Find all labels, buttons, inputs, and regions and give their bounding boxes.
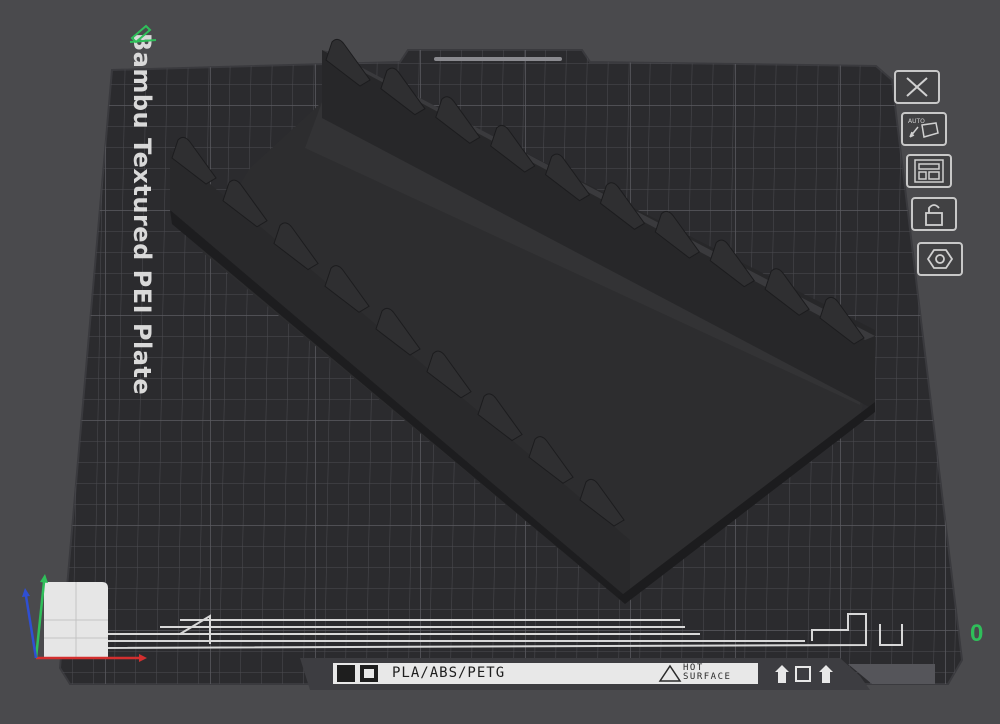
close-plate-button[interactable]	[894, 70, 940, 104]
lock-icon	[925, 204, 943, 226]
corner-readout: 0	[970, 620, 984, 647]
lock-button[interactable]	[911, 197, 957, 231]
svg-text:AUTO: AUTO	[908, 118, 925, 125]
3d-viewport[interactable]: Bambu Textured PEI Plate PLA/ABS/PETG HO…	[0, 0, 1000, 719]
z-axis	[24, 595, 38, 659]
auto-orient-button[interactable]: AUTO	[901, 112, 947, 146]
y-axis	[34, 581, 46, 659]
arrange-button[interactable]	[906, 154, 952, 188]
plate-settings-button[interactable]	[917, 242, 963, 276]
filament-types-label: PLA/ABS/PETG	[392, 665, 506, 681]
edit-pencil-icon[interactable]	[128, 22, 158, 44]
plate-logo-icon	[337, 665, 355, 682]
hot-surface-label: HOT SURFACE	[683, 663, 732, 682]
arrange-icon	[914, 159, 944, 183]
close-icon	[906, 77, 928, 97]
plate-title: Bambu Textured PEI Plate	[128, 32, 156, 396]
gear-hex-icon	[926, 249, 954, 269]
plate-handle	[434, 57, 562, 61]
axis-gizmo	[22, 574, 147, 662]
auto-orient-icon: AUTO	[908, 118, 939, 138]
